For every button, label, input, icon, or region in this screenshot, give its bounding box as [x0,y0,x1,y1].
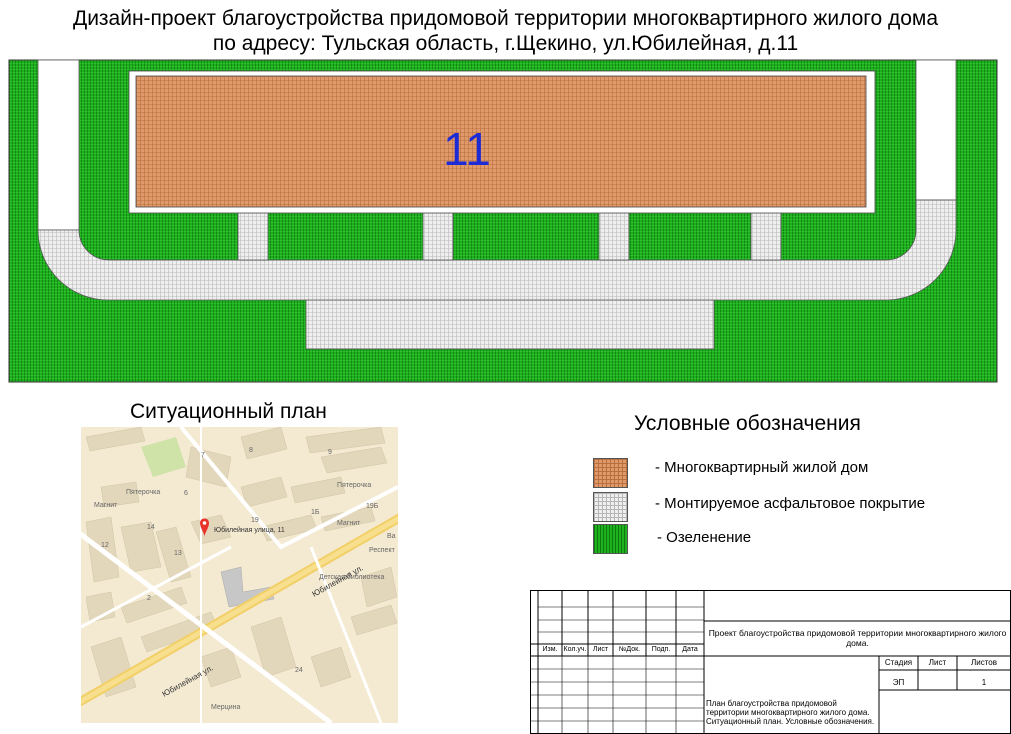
legend-swatch-house [593,458,628,488]
stamp-header-data: Дата [682,646,698,653]
map-label-19: 19 [251,517,259,524]
stamp-header-izm: Изм. [542,646,558,653]
map-label-pyaterochka-2: Пятерочка [337,482,372,489]
stamp-stage-value: ЭП [892,678,905,687]
stamp-sheets-value: 1 [981,678,987,687]
map-label-2: 2 [147,595,151,602]
legend-label-house: - Многоквартирный жилой дом [655,459,869,476]
situation-plan-title: Ситуационный план [130,400,327,423]
legend-title: Условные обозначения [634,412,861,435]
stamp-sheet-title: План благоустройства придомовой территор… [706,699,875,726]
map-label-12: 12 [101,542,109,549]
map-label-respekt: Респект [369,547,395,554]
stamp-project-title: Проект благоустройства придомовой террит… [708,628,1007,648]
legend-label-greenery: - Озеленение [657,529,752,546]
stamp-header-list: Лист [592,646,609,653]
stamp-header-kolch: Кол.уч. [563,646,587,653]
map-label-19b: 19Б [366,503,379,510]
map-label-8: 8 [249,447,253,454]
stamp-header-podp: Подп. [651,646,671,653]
map-marker-label: Юбилейная улица, 11 [214,527,285,534]
entrance-path-3 [598,206,630,261]
legend-label-asphalt: - Монтируемое асфальтовое покрытие [655,495,926,512]
legend-swatch-greenery [593,524,628,554]
right-white-strip [915,59,957,201]
map-label-9: 9 [328,449,332,456]
map-label-magnit-1: Магнит [94,502,118,509]
map-label-1b: 1Б [311,509,320,516]
map-label-6: 6 [184,490,188,497]
map-label-14: 14 [147,524,155,531]
map-label-7: 7 [201,452,205,459]
stamp-sheet-label: Лист [928,658,947,667]
stamp-header-ndok: №Док. [618,646,641,653]
entrance-path-4 [750,206,782,261]
stamp-stage-label: Стадия [884,658,913,667]
map-label-24: 24 [295,667,303,674]
map-label-merishna: Мерцина [211,704,241,711]
legend-swatch-asphalt [593,492,628,522]
map-label-13: 13 [174,550,182,557]
map-label-pyaterochka-1: Пятерочка [126,489,161,496]
apartment-building [135,75,867,208]
stamp-sheets-label: Листов [971,658,997,667]
map-label-library: Детская библиотека [319,574,385,581]
house-number: 11 [443,123,491,175]
site-plan: 11 [8,59,998,383]
situation-map: Юбилейная ул. Юбилейная ул. Юбилейная ул… [81,427,398,723]
map-label-magnit-2: Магнит [337,520,361,527]
entrance-path-1 [237,206,269,261]
left-white-strip [37,59,80,231]
map-label-va: Ва [387,533,396,540]
entrance-path-2 [422,206,454,261]
